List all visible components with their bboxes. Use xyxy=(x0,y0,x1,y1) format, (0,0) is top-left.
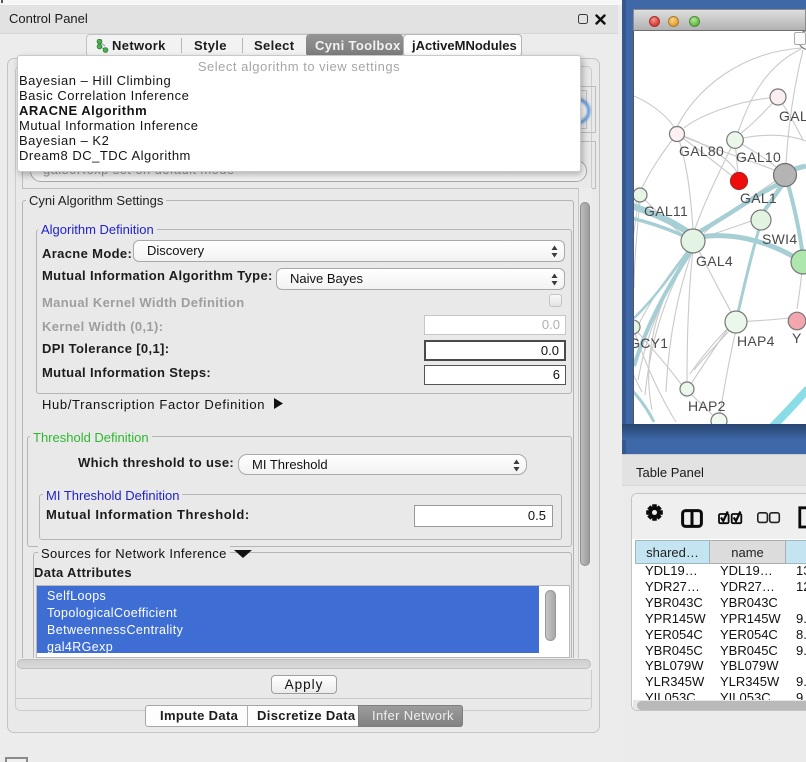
svg-text:GAL7: GAL7 xyxy=(779,108,806,124)
svg-text:Y: Y xyxy=(792,330,802,346)
svg-text:GAL11: GAL11 xyxy=(644,203,688,219)
svg-text:HAP4: HAP4 xyxy=(737,333,775,349)
svg-text:SWI4: SWI4 xyxy=(762,231,797,247)
svg-text:HAP2: HAP2 xyxy=(688,398,726,414)
svg-text:GAL4: GAL4 xyxy=(696,253,733,269)
svg-text:GCY1: GCY1 xyxy=(634,335,668,351)
svg-text:GAL10: GAL10 xyxy=(736,149,781,165)
svg-text:GAL80: GAL80 xyxy=(679,143,724,159)
svg-text:GAL1: GAL1 xyxy=(740,190,777,206)
